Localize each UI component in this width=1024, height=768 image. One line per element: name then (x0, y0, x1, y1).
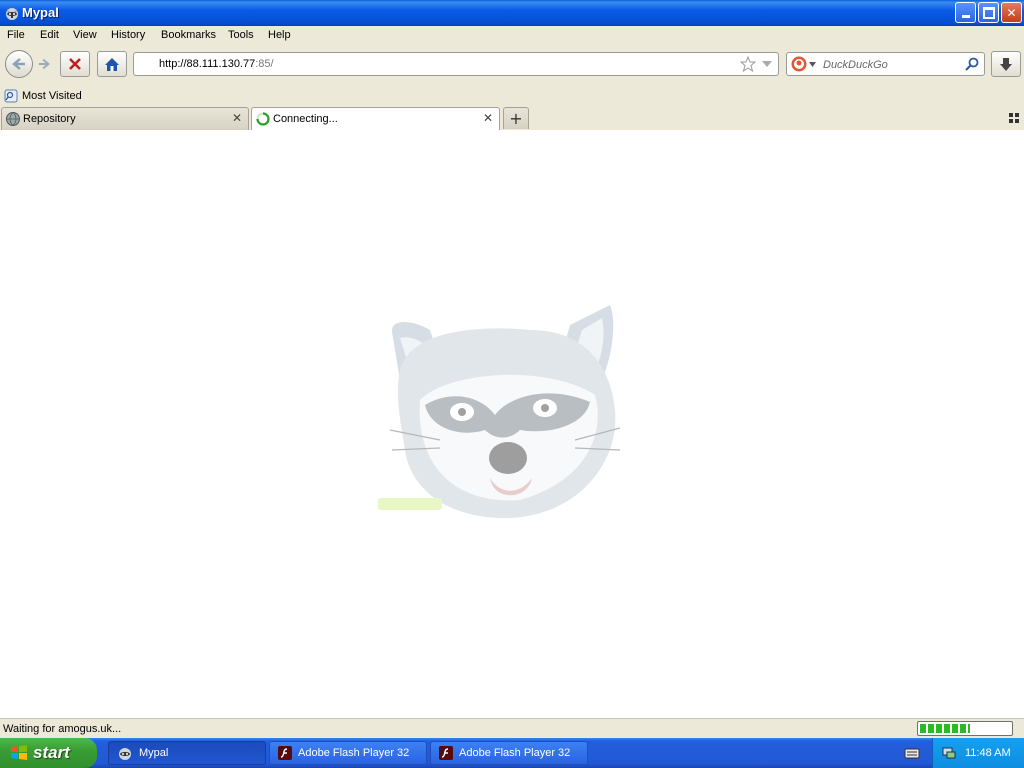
menu-view[interactable]: View (73, 29, 97, 41)
list-all-tabs-icon[interactable] (1009, 113, 1019, 123)
search-engine-dropdown-icon[interactable] (809, 62, 816, 67)
close-icon: ✕ (1006, 5, 1017, 20)
tab-connecting[interactable]: Connecting... ✕ (251, 107, 500, 131)
forward-button[interactable] (34, 55, 54, 73)
taskbar-item-flash-player-2[interactable]: Adobe Flash Player 32 (430, 741, 588, 765)
raccoon-logo-image (378, 305, 621, 519)
stop-icon (69, 58, 81, 70)
tab-close-icon[interactable]: ✕ (483, 111, 493, 125)
network-icon[interactable] (941, 745, 957, 761)
start-label: start (33, 743, 70, 762)
menu-help[interactable]: Help (268, 29, 291, 41)
tab-title: Connecting... (273, 113, 338, 125)
new-tab-button[interactable]: + (503, 107, 529, 129)
status-bar: Waiting for amogus.uk... (0, 718, 1024, 739)
tab-strip: Repository ✕ Connecting... ✕ + (0, 106, 1024, 131)
menu-file[interactable]: File (7, 29, 25, 41)
stop-button[interactable] (60, 51, 90, 77)
windows-logo-icon (11, 745, 27, 760)
back-button[interactable] (5, 50, 33, 78)
bookmark-folder-icon (4, 89, 18, 103)
raccoon-app-icon (119, 748, 131, 760)
url-host: http://88.111.130.77 (159, 58, 256, 70)
menu-history[interactable]: History (111, 29, 145, 41)
restore-button[interactable] (978, 2, 999, 23)
taskbar-item-flash-player-1[interactable]: Adobe Flash Player 32 (269, 741, 427, 765)
restore-icon (982, 6, 995, 19)
url-port: :85/ (255, 58, 274, 70)
clock[interactable]: 11:48 AM (965, 747, 1011, 759)
search-bar[interactable] (786, 52, 985, 76)
close-window-button[interactable]: ✕ (1001, 2, 1022, 23)
home-icon (105, 57, 119, 71)
menu-bookmarks[interactable]: Bookmarks (161, 29, 216, 41)
bookmarks-toolbar: Most Visited (0, 86, 1024, 106)
tab-repository[interactable]: Repository ✕ (1, 107, 249, 130)
window-titlebar[interactable]: Mypal ✕ (0, 0, 1024, 26)
tab-close-icon[interactable]: ✕ (232, 111, 242, 125)
loading-spinner-icon (256, 112, 270, 126)
bookmark-star-icon[interactable] (740, 56, 756, 72)
menu-tools[interactable]: Tools (228, 29, 254, 41)
status-text: Waiting for amogus.uk... (3, 723, 122, 735)
search-input[interactable] (821, 56, 965, 74)
navigation-toolbar: http://88.111.130.77:85/ (0, 46, 1024, 86)
url-bar[interactable]: http://88.111.130.77:85/ (133, 52, 779, 76)
forward-arrow-icon (38, 58, 50, 70)
page-content (0, 130, 1024, 718)
download-arrow-icon (1000, 57, 1012, 71)
taskbar-item-label: Mypal (139, 747, 169, 759)
downloads-button[interactable] (991, 51, 1021, 77)
progress-fill (920, 724, 970, 733)
taskbar-item-mypal[interactable]: Mypal (108, 741, 266, 765)
flash-player-icon (439, 746, 453, 760)
search-icon[interactable] (965, 57, 979, 71)
system-tray: 11:48 AM (932, 738, 1024, 768)
menu-bar: File Edit View History Bookmarks Tools H… (0, 26, 1024, 46)
start-button[interactable]: start (0, 738, 97, 768)
windows-taskbar: start Mypal Adobe Flash Player 32 Adobe … (0, 738, 1024, 768)
window-title: Mypal (22, 5, 59, 20)
home-button[interactable] (97, 51, 127, 77)
globe-icon (6, 112, 20, 126)
most-visited-label: Most Visited (22, 90, 82, 102)
url-text[interactable]: http://88.111.130.77:85/ (159, 58, 274, 70)
keyboard-icon[interactable] (904, 746, 920, 760)
tab-title: Repository (23, 113, 76, 125)
most-visited-bookmark[interactable]: Most Visited (4, 87, 82, 105)
taskbar-item-label: Adobe Flash Player 32 (298, 747, 410, 759)
plus-icon: + (509, 109, 523, 128)
menu-edit[interactable]: Edit (40, 29, 59, 41)
minimize-icon (961, 15, 970, 18)
minimize-button[interactable] (955, 2, 976, 23)
taskbar-item-label: Adobe Flash Player 32 (459, 747, 571, 759)
page-load-progress (917, 721, 1013, 736)
duckduckgo-icon[interactable] (791, 56, 807, 72)
flash-player-icon (278, 746, 292, 760)
url-dropdown-icon[interactable] (762, 60, 772, 68)
back-arrow-icon (12, 58, 25, 70)
raccoon-app-icon (6, 8, 18, 20)
